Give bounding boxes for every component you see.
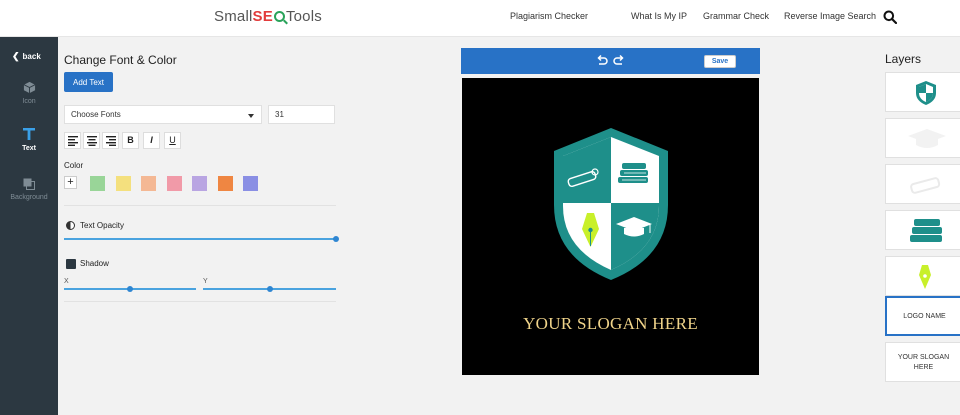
layer-item-cap[interactable] [885, 118, 960, 158]
color-swatch[interactable] [192, 176, 207, 191]
italic-button[interactable]: I [143, 132, 160, 149]
chevron-left-icon: ❮ [12, 51, 20, 61]
save-button[interactable]: Save [704, 55, 736, 68]
layer-item-slogan[interactable]: YOUR SLOGAN HERE [885, 342, 960, 382]
shadow-label: Shadow [80, 259, 109, 268]
books-icon [618, 163, 648, 183]
books-icon [910, 219, 942, 242]
color-swatch[interactable] [166, 176, 182, 191]
align-right-button[interactable] [102, 132, 119, 149]
font-select[interactable]: Choose Fonts [64, 105, 262, 124]
sidebar-item-text[interactable]: Text [0, 127, 58, 152]
search-icon[interactable] [883, 10, 897, 24]
opacity-icon [66, 221, 75, 230]
sidebar-item-label: Background [10, 194, 48, 201]
align-right-icon [105, 136, 116, 146]
nav-what-is-my-ip[interactable]: What Is My IP [631, 11, 687, 21]
logo-text-seo: SE [252, 8, 273, 25]
font-color-panel: Change Font & Color Add Text Choose Font… [58, 37, 342, 415]
opacity-label: Text Opacity [80, 221, 125, 230]
bold-button[interactable]: B [122, 132, 139, 149]
layer-item-logo-name[interactable]: LOGO NAME [885, 296, 960, 336]
caret-down-icon [248, 114, 254, 118]
graduation-cap-icon [908, 129, 946, 148]
logo-design-canvas[interactable]: YOUR SLOGAN HERE [462, 78, 759, 375]
top-header: SmallSE Tools Plagiarism Checker What Is … [0, 0, 960, 37]
align-center-button[interactable] [83, 132, 100, 149]
sidebar-item-background[interactable]: Background [0, 178, 58, 201]
back-button[interactable]: ❮ back [12, 51, 41, 62]
color-swatch[interactable] [217, 176, 233, 191]
color-swatch[interactable] [141, 176, 156, 191]
font-select-value: Choose Fonts [71, 110, 121, 119]
color-swatch[interactable] [90, 176, 105, 191]
logo-text-tools: Tools [285, 8, 322, 25]
opacity-slider-handle[interactable] [333, 236, 339, 242]
cube-icon [23, 81, 35, 94]
tool-sidebar: ❮ back Icon Text Background [0, 37, 58, 415]
shield-logo-icon[interactable] [548, 125, 674, 283]
sidebar-item-icon[interactable]: Icon [0, 81, 58, 105]
nav-reverse-image-search[interactable]: Reverse Image Search [784, 11, 876, 21]
redo-icon[interactable] [613, 54, 625, 66]
divider [64, 301, 336, 302]
align-center-icon [86, 136, 97, 146]
sidebar-item-label: Icon [22, 98, 36, 105]
color-swatch[interactable] [115, 176, 131, 191]
canvas-area: Save YOUR SLOGAN HERE [342, 37, 877, 415]
add-text-button[interactable]: Add Text [64, 72, 113, 92]
slogan-text[interactable]: YOUR SLOGAN HERE [462, 314, 759, 334]
shadow-x-slider-handle[interactable] [127, 286, 133, 292]
canvas-toolbar: Save [461, 48, 760, 74]
shadow-y-slider-handle[interactable] [266, 286, 273, 292]
add-color-button[interactable]: + [64, 176, 77, 189]
undo-icon[interactable] [596, 54, 608, 66]
nav-grammar-check[interactable]: Grammar Check [703, 11, 769, 21]
underline-button[interactable]: U [164, 132, 181, 149]
layers-panel: Layers LOGO NAME YOUR SLOGAN HERE [877, 37, 960, 415]
pen-nib-icon [919, 265, 931, 289]
shadow-y-label: Y [203, 278, 208, 285]
font-size-input[interactable]: 31 [268, 105, 335, 124]
layer-item-diploma[interactable] [885, 164, 960, 204]
align-left-icon [67, 136, 78, 146]
panel-title: Change Font & Color [64, 53, 177, 67]
opacity-slider[interactable] [64, 238, 336, 240]
color-label: Color [64, 161, 84, 170]
back-label: back [22, 52, 41, 61]
site-logo[interactable]: SmallSE Tools [214, 8, 322, 25]
logo-text-small: Small [214, 8, 253, 25]
layers-title: Layers [885, 52, 922, 66]
layer-text-label: YOUR SLOGAN HERE [897, 354, 950, 371]
diploma-icon [910, 177, 941, 194]
shield-icon [916, 81, 936, 105]
sidebar-item-label: Text [22, 145, 36, 152]
magnifier-o-icon [273, 11, 285, 22]
layer-item-pen[interactable] [885, 256, 960, 296]
text-icon [23, 128, 35, 140]
shadow-x-label: X [64, 278, 69, 285]
align-left-button[interactable] [64, 132, 81, 149]
layer-item-books[interactable] [885, 210, 960, 250]
background-icon [23, 178, 35, 190]
nav-plagiarism-checker[interactable]: Plagiarism Checker [510, 11, 588, 21]
shadow-checkbox[interactable] [66, 259, 76, 269]
layer-item-shield[interactable] [885, 72, 960, 112]
color-swatch[interactable] [243, 176, 258, 191]
divider [64, 205, 336, 206]
layer-text-label: LOGO NAME [903, 313, 946, 320]
